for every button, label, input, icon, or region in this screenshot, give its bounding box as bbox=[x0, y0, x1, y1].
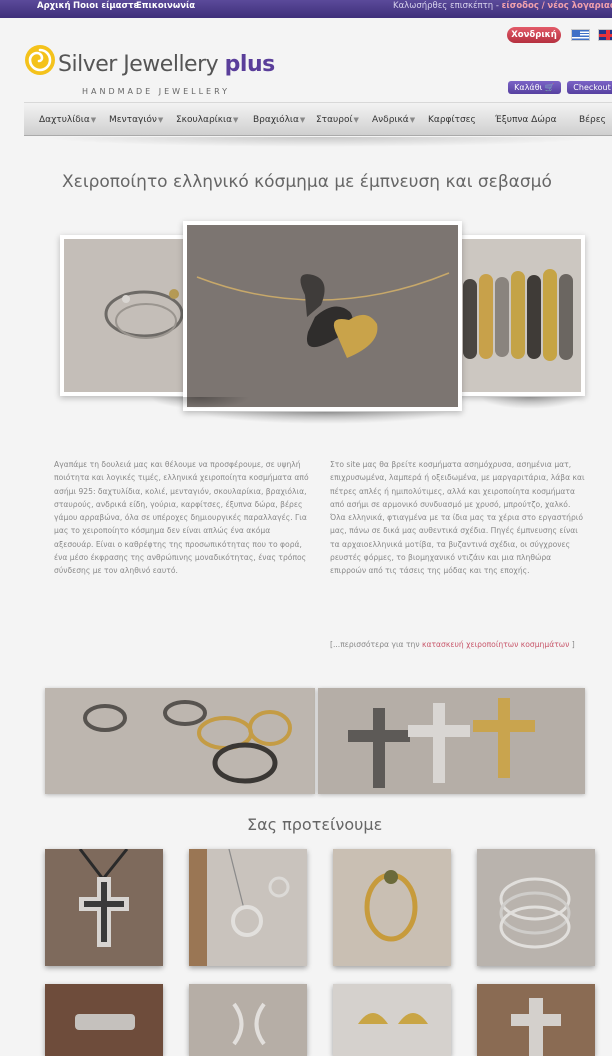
link-separator: / bbox=[541, 1, 545, 11]
intro-right-text: Στο site μας θα βρείτε κοσμήματα ασημόχρ… bbox=[330, 460, 585, 576]
carousel-shadow bbox=[200, 412, 450, 424]
register-link[interactable]: νέος λογαριασμός bbox=[547, 1, 612, 11]
logo-tagline: HANDMADE JEWELLERY bbox=[82, 87, 231, 96]
product-card[interactable] bbox=[333, 984, 451, 1056]
section-title: Σας προτείνουμε bbox=[247, 815, 383, 834]
heart-pendant-photo bbox=[187, 225, 458, 407]
main-nav: Δαχτυλίδια▼ Μενταγιόν▼ Σκουλαρίκια▼ Βραχ… bbox=[24, 102, 612, 136]
cart-icon: 🛒 bbox=[544, 83, 555, 92]
greek-flag-icon[interactable] bbox=[571, 29, 590, 41]
nav-item-rings[interactable]: Δαχτυλίδια▼ bbox=[39, 115, 96, 125]
product-card[interactable] bbox=[45, 849, 163, 966]
uk-flag-icon[interactable] bbox=[598, 29, 612, 41]
more-prefix: [...περισσότερα για την bbox=[330, 640, 420, 649]
nav-item-wedding-rings[interactable]: Βέρες bbox=[579, 115, 606, 125]
ring-photo bbox=[64, 239, 186, 392]
nav-item-earrings[interactable]: Σκουλαρίκια▼ bbox=[176, 115, 238, 125]
more-suffix: ] bbox=[571, 640, 575, 649]
top-link-contact[interactable]: Επικοινωνία bbox=[136, 1, 195, 11]
stacked-rings-photo bbox=[459, 239, 581, 392]
logo-plus: plus bbox=[224, 52, 276, 77]
chevron-down-icon: ▼ bbox=[157, 116, 164, 124]
product-card[interactable] bbox=[189, 984, 307, 1056]
top-bar: Αρχική Ποιοι είμαστε Επικοινωνία Καλωσήρ… bbox=[0, 0, 612, 18]
wholesale-button[interactable]: Χονδρική bbox=[507, 27, 561, 43]
product-card[interactable] bbox=[45, 984, 163, 1056]
chevron-down-icon: ▼ bbox=[233, 116, 239, 124]
top-link-about[interactable]: Ποιοι είμαστε bbox=[73, 1, 138, 11]
nav-item-pendants[interactable]: Μενταγιόν▼ bbox=[109, 115, 163, 125]
banner-rings[interactable] bbox=[45, 688, 315, 794]
carousel-shadow bbox=[480, 397, 580, 409]
intro-left-text: Αγαπάμε τη δουλειά μας και θέλουμε να πρ… bbox=[54, 460, 309, 576]
welcome-text: Καλωσήρθες επισκέπτη - bbox=[393, 1, 499, 11]
login-link[interactable]: είσοδος bbox=[502, 1, 539, 11]
carousel-slide-right[interactable] bbox=[455, 235, 585, 396]
logo-text: Silver Jewellery bbox=[58, 52, 219, 77]
product-card[interactable] bbox=[477, 849, 595, 966]
nav-item-mens[interactable]: Ανδρικά▼ bbox=[372, 115, 415, 125]
chevron-down-icon: ▼ bbox=[90, 116, 97, 124]
product-card[interactable] bbox=[477, 984, 595, 1056]
banner-crosses[interactable] bbox=[318, 688, 585, 794]
more-info: [...περισσότερα για την κατασκευή χειροπ… bbox=[330, 638, 588, 651]
nav-item-bracelets[interactable]: Βραχιόλια▼ bbox=[253, 115, 305, 125]
craft-info-link[interactable]: κατασκευή χειροποίητων κοσμημάτων bbox=[422, 640, 569, 649]
cart-button[interactable]: Καλάθι 🛒 bbox=[508, 81, 561, 94]
chevron-down-icon: ▼ bbox=[353, 116, 359, 124]
chevron-down-icon: ▼ bbox=[409, 116, 416, 124]
welcome-message: Καλωσήρθες επισκέπτη - είσοδος / νέος λο… bbox=[393, 1, 612, 11]
chevron-down-icon: ▼ bbox=[299, 116, 306, 124]
carousel-shadow bbox=[150, 397, 250, 409]
product-card[interactable] bbox=[333, 849, 451, 966]
logo[interactable]: Silver Jewellery plus bbox=[58, 52, 275, 77]
carousel-slide-center[interactable] bbox=[183, 221, 462, 411]
nav-item-crosses[interactable]: Σταυροί▼ bbox=[316, 115, 359, 125]
top-link-home[interactable]: Αρχική bbox=[37, 1, 71, 11]
logo-swirl-icon[interactable] bbox=[24, 44, 56, 76]
product-card[interactable] bbox=[189, 849, 307, 966]
cart-label: Καλάθι bbox=[514, 83, 543, 92]
nav-item-brooches[interactable]: Καρφίτσες bbox=[428, 115, 476, 125]
nav-item-smart-gifts[interactable]: Έξυπνα Δώρα bbox=[495, 115, 557, 125]
carousel-slide-left[interactable] bbox=[60, 235, 190, 396]
checkout-button[interactable]: Checkout bbox=[567, 81, 612, 94]
nav-shadow bbox=[40, 137, 600, 147]
page-headline: Χειροποίητο ελληνικό κόσμημα με έμπνευση… bbox=[62, 172, 552, 192]
